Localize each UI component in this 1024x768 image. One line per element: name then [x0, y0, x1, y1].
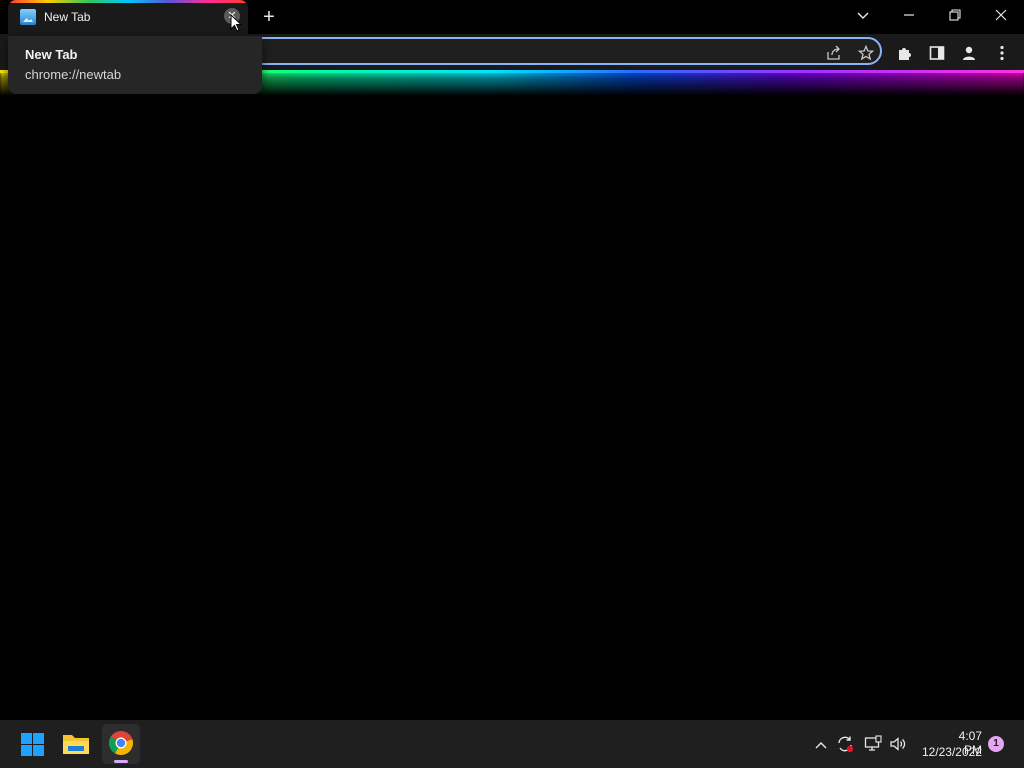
hover-card-title: New Tab: [25, 47, 78, 62]
share-icon[interactable]: [824, 43, 844, 63]
sync-icon[interactable]: [834, 732, 856, 756]
close-icon: [995, 9, 1007, 21]
file-explorer-icon[interactable]: [58, 726, 94, 762]
side-panel-icon[interactable]: [926, 42, 948, 64]
tab-new-tab[interactable]: New Tab ✕: [8, 0, 248, 34]
chevron-down-icon: [857, 12, 869, 19]
hover-card-url: chrome://newtab: [25, 67, 122, 82]
restore-button[interactable]: [932, 0, 978, 30]
tab-search-button[interactable]: [840, 0, 886, 30]
minimize-button[interactable]: [886, 0, 932, 30]
puzzle-icon[interactable]: [894, 42, 916, 64]
tab-hover-card: New Tab chrome://newtab: [8, 36, 262, 94]
person-icon[interactable]: [958, 42, 980, 64]
new-tab-button[interactable]: +: [258, 6, 280, 28]
title-bar: New Tab ✕ +: [0, 0, 1024, 34]
windows-start-icon[interactable]: [14, 726, 50, 762]
landscape-favicon-icon: [20, 9, 36, 25]
kebab-menu-icon[interactable]: [991, 42, 1013, 64]
minimize-icon: [904, 14, 914, 16]
star-icon[interactable]: [856, 43, 876, 63]
network-icon[interactable]: [862, 732, 884, 756]
chrome-icon[interactable]: [102, 724, 140, 764]
running-app-indicator: [114, 760, 128, 763]
tab-title: New Tab: [44, 10, 91, 24]
taskbar: 4:07 PM 12/23/2022: [0, 720, 1024, 768]
show-hidden-icons-chevron-icon[interactable]: [810, 732, 832, 756]
mouse-pointer-icon: [230, 14, 242, 32]
volume-icon[interactable]: [887, 732, 909, 756]
restore-icon: [949, 9, 961, 21]
tab-accent-stripe: [8, 0, 248, 3]
close-window-button[interactable]: [978, 0, 1024, 30]
page-content: [0, 96, 1024, 720]
clock-date[interactable]: 12/23/2022: [919, 745, 982, 759]
notification-badge[interactable]: 1: [988, 736, 1004, 752]
